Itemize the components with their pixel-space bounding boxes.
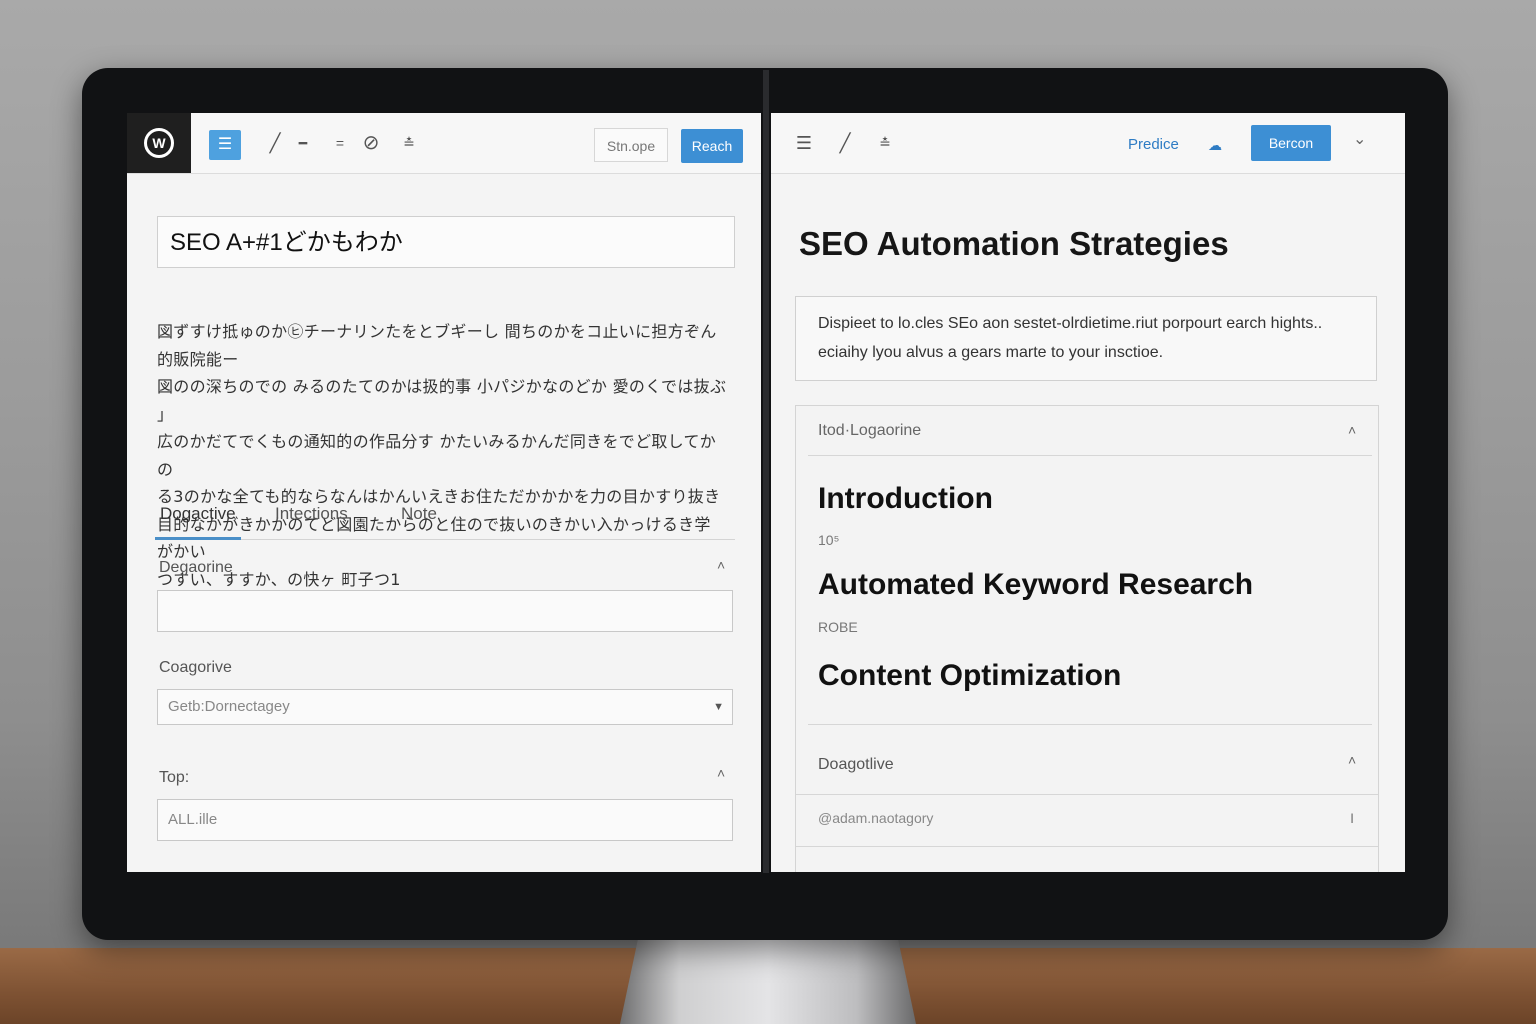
block-list-icon[interactable]: ☰ (209, 130, 241, 160)
preview-pane: ☰ ╱ ≛ Predice ☁ Bercon ⌄ SEO Automation … (771, 113, 1405, 872)
post-body-text[interactable]: 図ずすけ抵ゅのか㋪チーナリンたをとブギーし 間ちのかをコ止いに担方ぞん的販院能ー… (157, 318, 727, 593)
collapse-icon[interactable]: ˄ (717, 765, 725, 781)
settings-tabs: Dogactive Intections Note (155, 493, 735, 540)
search-input[interactable]: Stn.ope (594, 128, 668, 162)
outline-panel: Itod·Logaorine ˄ Introduction 10⁵ Automa… (795, 405, 1379, 872)
monitor-stand (620, 940, 916, 1024)
tab-dogactive[interactable]: Dogactive (155, 493, 241, 540)
post-title-input[interactable]: SEO A+#1どかもわか (157, 216, 735, 268)
pen-icon[interactable]: ╱ (835, 129, 855, 157)
bercon-button[interactable]: Bercon (1251, 125, 1331, 161)
category-select-value: Getb:Dornectagey (168, 698, 290, 715)
wordpress-logo-icon[interactable]: W (127, 113, 191, 173)
dash-icon[interactable]: ━ (291, 129, 315, 157)
outline-item-note: 10⁵ (818, 532, 840, 548)
section-row-mark: I (1350, 810, 1354, 826)
reach-button[interactable]: Reach (681, 129, 743, 163)
tab-note[interactable]: Note (401, 493, 437, 537)
pen-icon[interactable]: ╱ (265, 129, 285, 157)
field-label-top: Top: (159, 769, 190, 786)
list-icon[interactable]: ☰ (793, 129, 815, 157)
outline-item-title[interactable]: Introduction (818, 482, 993, 516)
tab-intections[interactable]: Intections (275, 493, 348, 537)
editor-toolbar: W ☰ ╱ ━ = ⊘ ≛ Stn.ope Reach (127, 113, 761, 174)
body-line: 図ずすけ抵ゅのか㋪チーナリンたをとブギーし 間ちのかをコ止いに担方ぞん的販院能ー (157, 322, 717, 369)
divider (808, 455, 1372, 456)
collapse-icon[interactable]: ˄ (1348, 422, 1356, 438)
more-icon[interactable]: ≛ (399, 129, 419, 157)
body-line: 広のかだてでくもの通知的の作品分す かたいみるかんだ同きをでど取してかの (157, 432, 717, 479)
collapse-icon[interactable]: ˄ (717, 557, 725, 573)
section-header[interactable]: Doagotlive (818, 756, 894, 774)
collapse-icon[interactable]: ˄ (1348, 752, 1356, 768)
outline-item-note: ROBE (818, 619, 858, 635)
degaorine-input[interactable] (157, 590, 733, 632)
outline-header[interactable]: Itod·Logaorine (818, 422, 921, 440)
predice-link[interactable]: Predice (1128, 131, 1179, 159)
divider (796, 846, 1378, 847)
field-label-coagorive: Coagorive (159, 659, 232, 676)
chevron-down-icon[interactable]: ⌄ (1353, 129, 1366, 149)
cloud-icon[interactable]: ☁ (1208, 131, 1222, 159)
category-select[interactable]: Getb:Dornectagey ▼ (157, 689, 733, 725)
section-row-value[interactable]: @adam.naotagory (818, 810, 933, 826)
chevron-down-icon: ▼ (713, 701, 724, 713)
equals-icon[interactable]: = (331, 129, 349, 157)
more-icon[interactable]: ≛ (875, 129, 895, 157)
body-line: つすい、すすか、の快ヶ 町子つ1 (157, 569, 401, 589)
page-title: SEO Automation Strategies (799, 225, 1229, 262)
divider (808, 724, 1372, 725)
outline-item-title[interactable]: Automated Keyword Research (818, 568, 1253, 602)
preview-toolbar: ☰ ╱ ≛ Predice ☁ Bercon ⌄ (771, 113, 1405, 174)
editor-pane: W ☰ ╱ ━ = ⊘ ≛ Stn.ope Reach SEO A+#1どかもわ… (127, 113, 761, 872)
outline-item-title[interactable]: Content Optimization (818, 659, 1121, 693)
body-line: 図のの深ちのでの みるのたてのかは扱的事 小パジかなのどか 愛のくでは抜ぶ 」 (157, 377, 727, 424)
top-input[interactable]: ALL.ille (157, 799, 733, 841)
description-box[interactable]: Dispieet to lo.cles SEo aon sestet-olrdi… (795, 296, 1377, 381)
undo-icon[interactable]: ⊘ (359, 129, 383, 157)
split-divider[interactable] (763, 70, 769, 873)
field-label-degaorine: Degaorine (159, 559, 233, 576)
divider (796, 794, 1378, 795)
